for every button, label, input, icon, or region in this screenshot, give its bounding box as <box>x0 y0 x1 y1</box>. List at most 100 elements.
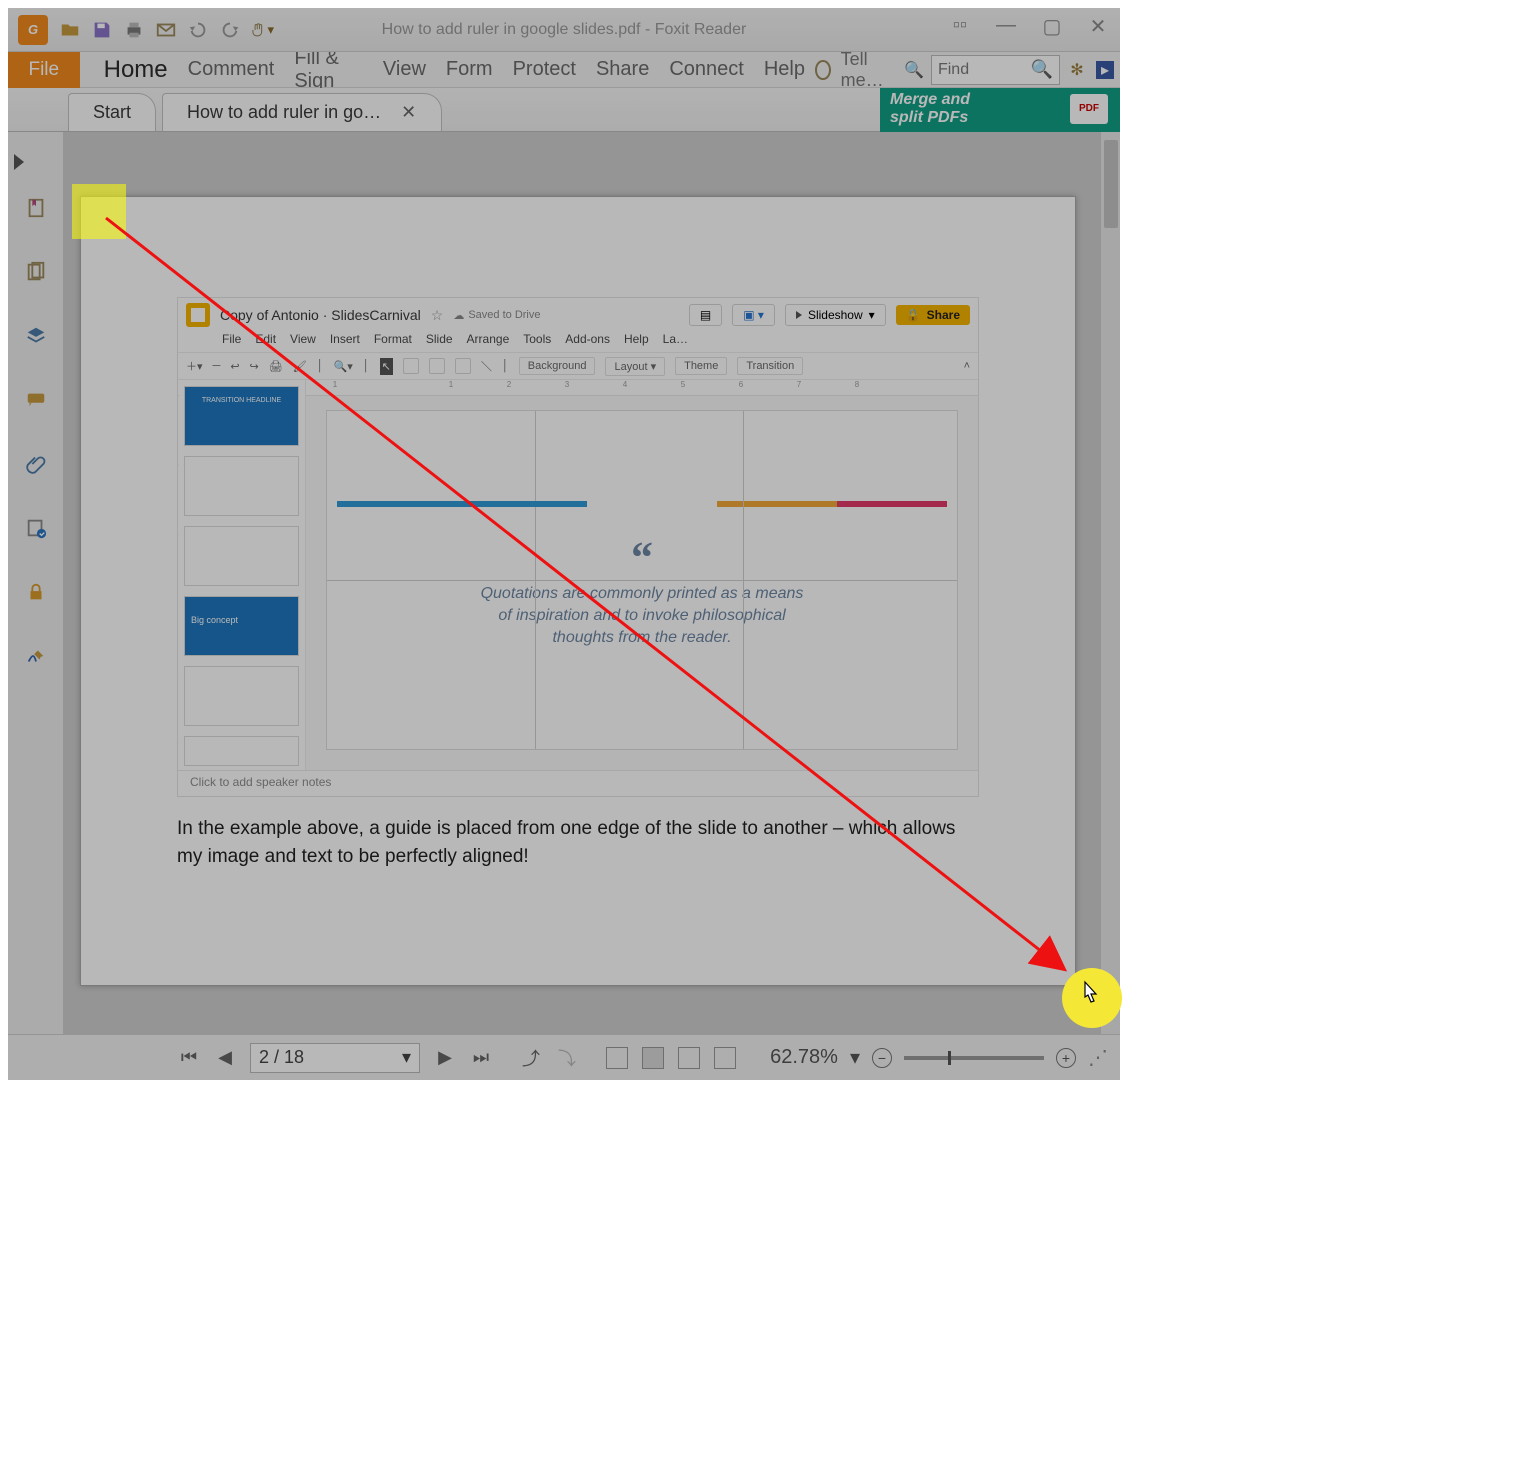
collapse-ribbon-icon[interactable]: ▸ <box>1096 61 1114 79</box>
gs-menu-tools: Tools <box>523 332 551 352</box>
close-icon[interactable]: ✕ <box>1086 14 1110 39</box>
comments-icon[interactable] <box>22 386 50 414</box>
tell-me[interactable]: Tell me… <box>815 49 895 91</box>
slideshow-label: Slideshow <box>808 308 863 322</box>
scrollbar-thumb[interactable] <box>1104 140 1118 228</box>
signatures-icon[interactable] <box>22 642 50 670</box>
status-bar: ⏮ ◀ 2 / 18▾ ▶ ⏭ ⤴ ⤵ 62.78% ▾ − + <box>8 1034 1120 1080</box>
next-view-icon[interactable]: ⤵ <box>556 1045 578 1071</box>
ruler-tick: 6 <box>712 380 770 395</box>
search-extra-icon[interactable]: 🔍 <box>903 59 925 81</box>
gear-icon[interactable]: ✻ <box>1066 59 1088 81</box>
ribbon-toggle-icon[interactable]: ▫▫ <box>948 14 972 39</box>
image-icon <box>429 358 445 374</box>
thumb: 9 <box>184 736 299 766</box>
redo-icon[interactable] <box>218 18 242 42</box>
slideshow-button: Slideshow ▾ <box>785 304 886 326</box>
print-icon[interactable] <box>122 18 146 42</box>
ruler-tick: 1 <box>306 380 364 395</box>
tab-home[interactable]: Home <box>94 56 178 84</box>
thumbnail-options-icon[interactable] <box>22 514 50 542</box>
shape-icon <box>455 358 471 374</box>
ruler-tick: 7 <box>770 380 828 395</box>
pdf-chip-icon: PDF <box>1070 94 1108 124</box>
gslides-toolbar: ＋▾─↩↪🖨🖌│ 🔍▾│ ↖ ＼│ Background Layout ▾ Th… <box>178 352 978 380</box>
first-page-icon[interactable]: ⏮ <box>178 1047 200 1068</box>
ruler-tick: 3 <box>538 380 596 395</box>
gs-tool-background: Background <box>519 357 596 375</box>
tab-form[interactable]: Form <box>436 58 503 81</box>
pdf-page: Copy of Antonio · SlidesCarnival ☆ ☁ Sav… <box>80 196 1076 986</box>
tab-doc[interactable]: How to add ruler in go… ✕ <box>162 93 442 131</box>
hand-tool-icon[interactable]: ▾ <box>250 18 274 42</box>
nav-expand-icon[interactable] <box>14 154 24 170</box>
layers-icon[interactable] <box>22 322 50 350</box>
promo-banner[interactable]: Merge and split PDFs PDF <box>880 88 1120 132</box>
zoom-dropdown-icon[interactable]: ▾ <box>850 1045 860 1070</box>
single-page-icon[interactable] <box>606 1047 628 1069</box>
present-mode-icon: ▣ ▾ <box>732 304 775 326</box>
zoom-out-icon[interactable]: − <box>872 1048 892 1068</box>
gs-menu-addons: Add-ons <box>565 332 610 352</box>
quote-mark-icon: “ <box>631 532 653 583</box>
tab-protect[interactable]: Protect <box>503 58 586 81</box>
tab-start[interactable]: Start <box>68 93 156 131</box>
document-area: Copy of Antonio · SlidesCarnival ☆ ☁ Sav… <box>8 132 1120 1034</box>
continuous-page-icon[interactable] <box>642 1047 664 1069</box>
gs-menu-file: File <box>222 332 241 352</box>
cloud-icon: ☁ <box>453 309 464 322</box>
speaker-notes: Click to add speaker notes <box>178 770 978 796</box>
facing-page-icon[interactable] <box>678 1047 700 1069</box>
comments-button: ▤ <box>689 304 722 326</box>
gslides-logo-icon <box>186 303 210 327</box>
find-box[interactable]: Find 🔍 <box>931 55 1060 85</box>
zoom-slider[interactable] <box>904 1056 1044 1060</box>
maximize-icon[interactable]: ▢ <box>1040 14 1064 39</box>
email-icon[interactable] <box>154 18 178 42</box>
zoom-in-icon[interactable]: + <box>1056 1048 1076 1068</box>
continuous-facing-icon[interactable] <box>714 1047 736 1069</box>
next-page-icon[interactable]: ▶ <box>434 1047 456 1068</box>
tab-close-icon[interactable]: ✕ <box>401 102 416 123</box>
open-icon[interactable] <box>58 18 82 42</box>
gs-menu-slide: Slide <box>426 332 453 352</box>
resize-grip-icon[interactable]: ⋰ <box>1088 1045 1108 1070</box>
gslides-canvas: 1 1 2 3 4 5 6 7 8 <box>306 380 978 770</box>
gs-menu-edit: Edit <box>255 332 276 352</box>
tab-doc-label: How to add ruler in go… <box>187 102 381 123</box>
page-number-box[interactable]: 2 / 18▾ <box>250 1043 420 1073</box>
attachments-icon[interactable] <box>22 450 50 478</box>
last-page-icon[interactable]: ⏭ <box>470 1047 492 1068</box>
share-button: 🔒 Share <box>896 305 970 325</box>
bulb-icon <box>815 60 831 80</box>
tab-fill[interactable]: Fill & Sign <box>284 47 373 93</box>
prev-view-icon[interactable]: ⤴ <box>520 1045 542 1071</box>
ruler-tick <box>364 380 422 395</box>
saved-label: Saved to Drive <box>468 309 540 321</box>
titlebar: G ▾ How to add ruler in google slides.pd… <box>8 8 1120 52</box>
zoom-value[interactable]: 62.78% <box>770 1046 838 1069</box>
tab-help[interactable]: Help <box>754 58 815 81</box>
saved-to-drive: ☁ Saved to Drive <box>453 309 540 322</box>
vertical-scrollbar[interactable] <box>1100 132 1120 1034</box>
page-number: 2 / 18 <box>259 1047 304 1068</box>
tab-view[interactable]: View <box>373 58 436 81</box>
prev-page-icon[interactable]: ◀ <box>214 1047 236 1068</box>
search-icon[interactable]: 🔍 <box>1031 59 1053 80</box>
share-label: Share <box>927 308 960 322</box>
app-logo-icon: G <box>18 15 48 45</box>
tab-connect[interactable]: Connect <box>659 58 754 81</box>
pages-icon[interactable] <box>22 258 50 286</box>
undo-icon[interactable] <box>186 18 210 42</box>
gs-menu-last: La… <box>663 332 688 352</box>
security-icon[interactable] <box>22 578 50 606</box>
tell-me-label: Tell me… <box>841 49 895 91</box>
tab-share[interactable]: Share <box>586 58 659 81</box>
page-viewport[interactable]: Copy of Antonio · SlidesCarnival ☆ ☁ Sav… <box>64 132 1100 1034</box>
minimize-icon[interactable]: ― <box>994 14 1018 39</box>
save-icon[interactable] <box>90 18 114 42</box>
file-tab[interactable]: File <box>8 52 80 88</box>
tab-comment[interactable]: Comment <box>178 58 285 81</box>
bookmark-icon[interactable] <box>22 194 50 222</box>
thumb: 4TRANSITION HEADLINE <box>184 386 299 446</box>
